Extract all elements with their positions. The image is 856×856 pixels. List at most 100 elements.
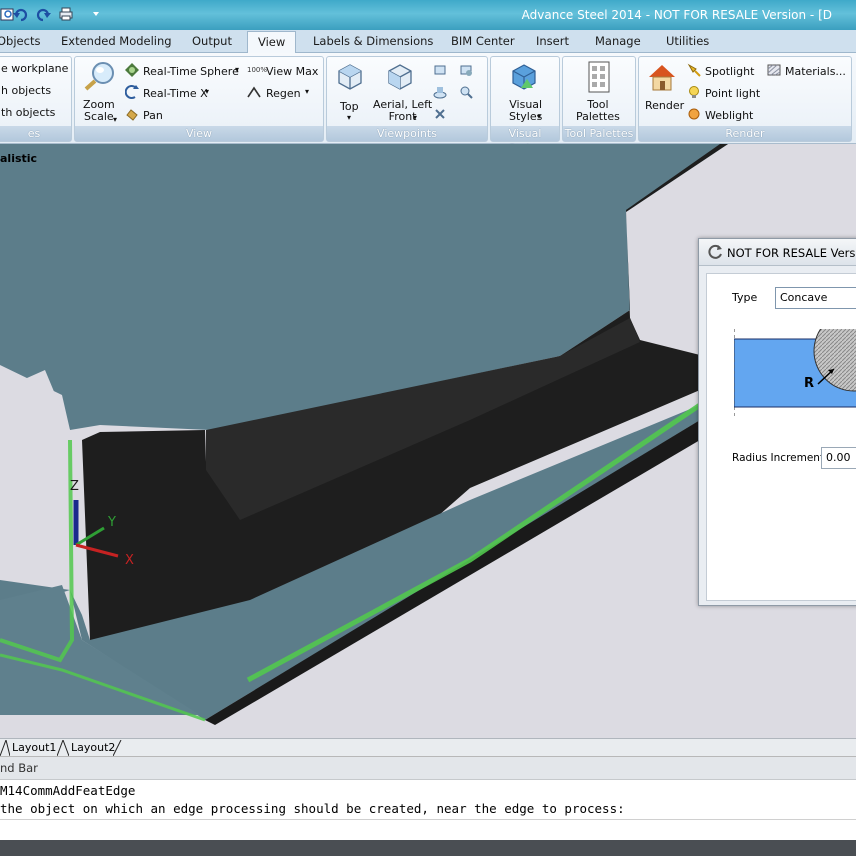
weblight-icon bbox=[688, 108, 700, 120]
view-cube-small-icon-4[interactable] bbox=[459, 85, 473, 99]
render-teapot-icon bbox=[649, 65, 675, 91]
tool-palettes-panel: Tool Palettes Tool Palettes bbox=[562, 56, 636, 142]
objects-button[interactable]: h objects bbox=[1, 84, 51, 97]
dialog-title: NOT FOR RESALE Versio bbox=[727, 246, 856, 260]
ribbon: e workplane h objects th objects es Zoom… bbox=[0, 53, 856, 155]
visual-styles-dropdown-icon[interactable]: ▾ bbox=[537, 112, 541, 121]
point-light-icon bbox=[689, 86, 699, 98]
visual-style-label[interactable]: alistic bbox=[0, 152, 37, 165]
visual-styles-panel-title: Visual Styles bbox=[491, 126, 559, 155]
realtime-sphere-dropdown-icon[interactable]: ▾ bbox=[235, 65, 239, 74]
print-icon[interactable] bbox=[58, 6, 74, 22]
tab-separator-icon bbox=[57, 740, 69, 756]
view-panel-title: View bbox=[75, 126, 323, 141]
status-bar bbox=[0, 840, 856, 856]
th-objects-button[interactable]: th objects bbox=[1, 106, 55, 119]
realtime-x-button[interactable]: Real-Time X bbox=[143, 87, 208, 100]
window-title: Advance Steel 2014 - NOT FOR RESALE Vers… bbox=[521, 8, 832, 22]
radius-increment-label: Radius Increment bbox=[732, 452, 825, 464]
render-panel: Render Spotlight Point light Weblight Ma… bbox=[638, 56, 852, 142]
viewpoints-panel: Top ▾ Aerial, Left Front ▾ Viewpoints bbox=[326, 56, 488, 142]
dialog-app-icon bbox=[708, 244, 722, 259]
type-select[interactable]: Concave bbox=[775, 287, 856, 309]
command-bar-title: nd Bar bbox=[0, 761, 38, 775]
aerial-left-front-button[interactable]: Aerial, Left Front bbox=[373, 99, 432, 123]
realtime-sphere-icon bbox=[125, 63, 139, 77]
regen-dropdown-icon[interactable]: ▾ bbox=[305, 87, 309, 96]
spotlight-icon bbox=[687, 63, 701, 77]
materials-icon bbox=[767, 64, 781, 76]
radius-symbol: R bbox=[804, 376, 814, 391]
render-button[interactable]: Render bbox=[645, 99, 684, 112]
x-axis-label: X bbox=[125, 553, 134, 568]
view-max-button[interactable]: View Max bbox=[266, 65, 318, 78]
layout2-tab[interactable]: Layout2 bbox=[71, 741, 115, 754]
title-bar: Advance Steel 2014 - NOT FOR RESALE Vers… bbox=[0, 0, 856, 30]
regen-button[interactable]: Regen bbox=[266, 87, 301, 100]
command-bar-header: nd Bar bbox=[0, 757, 856, 780]
undo-icon[interactable] bbox=[13, 6, 29, 22]
tab-separator-icon bbox=[0, 740, 10, 756]
view-cube-small-icon-3[interactable] bbox=[433, 85, 447, 99]
tab-view[interactable]: View bbox=[247, 31, 297, 53]
tab-objects[interactable]: Objects bbox=[0, 34, 40, 48]
view-max-icon: 100% bbox=[247, 66, 268, 74]
radius-increment-input[interactable]: 0.00 bbox=[821, 447, 856, 469]
realtime-x-dropdown-icon[interactable]: ▾ bbox=[205, 87, 209, 96]
weblight-button[interactable]: Weblight bbox=[705, 109, 753, 122]
top-view-cube-icon bbox=[338, 64, 362, 90]
zoom-scale-button[interactable]: Zoom Scale bbox=[83, 99, 115, 123]
layout1-tab[interactable]: Layout1 bbox=[12, 741, 56, 754]
spotlight-button[interactable]: Spotlight bbox=[705, 65, 754, 78]
tool-palettes-icon bbox=[588, 61, 610, 93]
command-bar: nd Bar M14CommAddFeatEdge the object on … bbox=[0, 756, 856, 841]
edge-processing-dialog: NOT FOR RESALE Versio Type Concave R Rad… bbox=[698, 238, 856, 606]
tab-bim-center[interactable]: BIM Center bbox=[451, 34, 515, 48]
visual-styles-panel: Visual Styles ▾ Visual Styles bbox=[490, 56, 560, 155]
viewpoints-panel-title: Viewpoints bbox=[327, 126, 487, 141]
aerial-dropdown-icon[interactable]: ▾ bbox=[413, 113, 417, 122]
zoom-scale-icon bbox=[84, 62, 114, 91]
visual-styles-icon bbox=[512, 64, 536, 90]
point-light-button[interactable]: Point light bbox=[705, 87, 760, 100]
ucs-panel-title: es bbox=[0, 126, 71, 141]
tab-manage[interactable]: Manage bbox=[595, 34, 641, 48]
materials-button[interactable]: Materials... bbox=[785, 65, 846, 78]
command-input[interactable] bbox=[0, 819, 856, 842]
fillet-preview-diagram: R bbox=[734, 329, 856, 419]
tab-labels-dimensions[interactable]: Labels & Dimensions bbox=[313, 34, 433, 48]
view-panel: Zoom Scale ▾ Real-Time Sphere ▾ Real-Tim… bbox=[74, 56, 324, 142]
tool-palettes-panel-title: Tool Palettes bbox=[563, 126, 635, 141]
tab-utilities[interactable]: Utilities bbox=[666, 34, 709, 48]
ucs-panel: e workplane h objects th objects es bbox=[0, 56, 72, 142]
realtime-x-icon bbox=[125, 85, 139, 99]
ribbon-tab-bar: Objects Extended Modeling Output View La… bbox=[0, 30, 856, 53]
view-cube-small-icon-2[interactable] bbox=[459, 63, 473, 77]
workplane-button[interactable]: e workplane bbox=[1, 62, 68, 75]
pan-button[interactable]: Pan bbox=[143, 109, 163, 122]
top-view-button[interactable]: Top bbox=[340, 100, 359, 113]
realtime-sphere-button[interactable]: Real-Time Sphere bbox=[143, 65, 239, 78]
top-view-dropdown-icon[interactable]: ▾ bbox=[347, 113, 351, 122]
redo-icon[interactable] bbox=[35, 6, 51, 22]
view-cube-small-icon-1[interactable] bbox=[433, 63, 447, 77]
tab-output[interactable]: Output bbox=[192, 34, 232, 48]
render-panel-title: Render bbox=[639, 126, 851, 141]
layout-tab-bar: Layout1 Layout2 bbox=[0, 738, 856, 757]
aerial-view-cube-icon bbox=[388, 64, 412, 90]
regen-icon bbox=[247, 86, 261, 98]
qat-dropdown-icon[interactable] bbox=[92, 10, 100, 18]
command-history-line: M14CommAddFeatEdge bbox=[0, 783, 136, 798]
dialog-body: Type Concave R Radius Increment 0.00 bbox=[706, 273, 856, 601]
tab-extended-modeling[interactable]: Extended Modeling bbox=[61, 34, 172, 48]
y-axis-label: Y bbox=[107, 515, 116, 530]
tab-insert[interactable]: Insert bbox=[536, 34, 569, 48]
view-cube-small-icon-5[interactable] bbox=[433, 107, 447, 121]
tab-separator-icon bbox=[113, 740, 122, 756]
z-axis-label: Z bbox=[70, 479, 79, 494]
tool-palettes-button[interactable]: Tool Palettes bbox=[576, 99, 620, 123]
command-prompt[interactable]: the object on which an edge processing s… bbox=[0, 801, 625, 816]
zoom-scale-dropdown-icon[interactable]: ▾ bbox=[113, 115, 117, 124]
pan-icon bbox=[126, 109, 138, 121]
dialog-title-bar: NOT FOR RESALE Versio bbox=[699, 239, 856, 266]
